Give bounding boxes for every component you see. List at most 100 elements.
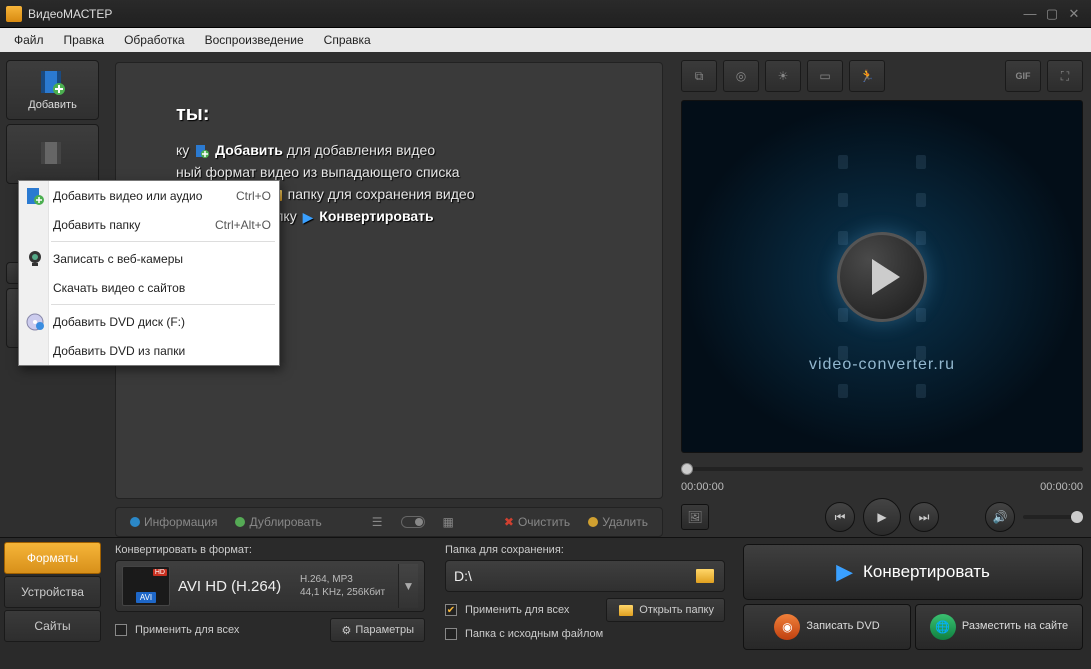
delete-icon: [588, 517, 598, 527]
dd-download[interactable]: Скачать видео с сайтов: [19, 273, 279, 302]
video-preview[interactable]: video-converter.ru: [681, 100, 1083, 453]
menu-file[interactable]: Файл: [6, 31, 52, 49]
webcam-icon: [23, 247, 47, 271]
list-icon: ☰: [372, 515, 383, 529]
brightness-button[interactable]: ☀: [765, 60, 801, 92]
tab-sites[interactable]: Сайты: [4, 610, 101, 642]
main-area: Добавить Соединить Программы ты: ку Доба…: [0, 52, 1091, 537]
folder-label: Папка для сохранения:: [445, 544, 725, 556]
add-media-icon: [23, 184, 47, 208]
speed-button[interactable]: 🏃: [849, 60, 885, 92]
close-button[interactable]: ✕: [1063, 5, 1085, 23]
time-total: 00:00:00: [1040, 481, 1083, 493]
format-name: AVI HD (H.264): [178, 578, 292, 595]
convert-arrow-icon: ▶: [836, 559, 853, 585]
film-remove-icon: [39, 140, 67, 168]
folder-panel: Папка для сохранения: D:\ Применить для …: [435, 538, 735, 669]
add-button[interactable]: Добавить: [6, 60, 99, 120]
prev-button[interactable]: ⏮: [825, 502, 855, 532]
crop-button[interactable]: ⧉: [681, 60, 717, 92]
window-title: ВидеоМАСТЕР: [28, 7, 1019, 21]
volume-button[interactable]: 🔊: [985, 502, 1015, 532]
volume-group: 🔊: [985, 502, 1083, 532]
fullscreen-button[interactable]: ⛶: [1047, 60, 1083, 92]
crop-icon: ⧉: [695, 69, 704, 84]
play-button[interactable]: ▶: [863, 498, 901, 536]
step-2: ный формат видео из выпадающего списка: [176, 164, 642, 180]
bottom-panel: Форматы Устройства Сайты Конвертировать …: [0, 537, 1091, 669]
params-button[interactable]: ⚙Параметры: [330, 618, 425, 642]
source-folder-label: Папка с исходным файлом: [465, 628, 603, 640]
duplicate-icon: [235, 517, 245, 527]
snapshot-button[interactable]: 🖼: [681, 504, 709, 530]
maximize-button[interactable]: ▢: [1041, 5, 1063, 23]
next-button[interactable]: ⏭: [909, 502, 939, 532]
time-current: 00:00:00: [681, 481, 724, 493]
dd-dvd-folder[interactable]: Добавить DVD из папки: [19, 336, 279, 365]
rotate-icon: ◎: [736, 69, 746, 83]
dd-add-media[interactable]: Добавить видео или аудио Ctrl+O: [19, 181, 279, 210]
folder-selector[interactable]: D:\: [445, 560, 725, 592]
info-button[interactable]: Информация: [124, 513, 223, 531]
menu-playback[interactable]: Воспроизведение: [197, 31, 312, 49]
timeline-slider[interactable]: [681, 459, 1083, 479]
timeline-thumb[interactable]: [681, 463, 693, 475]
text-button[interactable]: ▭: [807, 60, 843, 92]
dd-webcam[interactable]: Записать с веб-камеры: [19, 244, 279, 273]
clear-icon: ✖: [504, 515, 514, 529]
titlebar: ВидеоМАСТЕР — ▢ ✕: [0, 0, 1091, 28]
folder-path: D:\: [454, 568, 688, 584]
tab-formats[interactable]: Форматы: [4, 542, 101, 574]
remove-button[interactable]: [6, 124, 99, 184]
action-panel: ▶ Конвертировать ◉ Записать DVD 🌐 Размес…: [735, 538, 1091, 669]
delete-button[interactable]: Удалить: [582, 513, 654, 531]
rotate-button[interactable]: ◎: [723, 60, 759, 92]
menu-help[interactable]: Справка: [316, 31, 379, 49]
dd-dvd-disc[interactable]: Добавить DVD диск (F:): [19, 307, 279, 336]
bottom-tabs: Форматы Устройства Сайты: [0, 538, 105, 669]
view-list-button[interactable]: ☰: [366, 513, 389, 531]
gif-icon: GIF: [1016, 71, 1031, 81]
open-folder-button[interactable]: Открыть папку: [606, 598, 725, 622]
play-icon: ▶: [877, 510, 886, 524]
preview-toolbar: ⧉ ◎ ☀ ▭ 🏃 GIF ⛶: [681, 60, 1083, 94]
volume-slider[interactable]: [1023, 515, 1083, 519]
dd-add-folder[interactable]: Добавить папку Ctrl+Alt+O: [19, 210, 279, 239]
volume-thumb[interactable]: [1071, 511, 1083, 523]
image-icon: 🖼: [687, 510, 702, 524]
minimize-button[interactable]: —: [1019, 5, 1041, 23]
convert-button[interactable]: ▶ Конвертировать: [743, 544, 1083, 600]
upload-button[interactable]: 🌐 Разместить на сайте: [915, 604, 1083, 650]
burn-dvd-button[interactable]: ◉ Записать DVD: [743, 604, 911, 650]
folder-browse-icon[interactable]: [696, 569, 714, 583]
dvd-burn-icon: ◉: [774, 614, 800, 640]
add-dropdown-menu: Добавить видео или аудио Ctrl+O Добавить…: [18, 180, 280, 366]
format-apply-all-checkbox[interactable]: [115, 624, 127, 636]
grid-icon: ▦: [443, 515, 454, 529]
tab-devices[interactable]: Устройства: [4, 576, 101, 608]
duplicate-button[interactable]: Дублировать: [229, 513, 327, 531]
next-icon: ⏭: [919, 510, 930, 525]
brightness-icon: ☀: [778, 69, 789, 83]
dvd-icon: [23, 310, 47, 334]
folder-apply-all-checkbox[interactable]: [445, 604, 457, 616]
add-inline-icon: [195, 144, 209, 158]
text-icon: ▭: [819, 69, 830, 83]
menu-edit[interactable]: Правка: [56, 31, 113, 49]
clear-button[interactable]: ✖Очистить: [498, 513, 576, 531]
folder-open-icon: [619, 605, 633, 616]
menu-process[interactable]: Обработка: [116, 31, 193, 49]
step-1: ку Добавить для добавления видео: [176, 142, 642, 158]
format-dropdown-arrow[interactable]: ▼: [398, 564, 418, 608]
view-toggle-button[interactable]: [395, 514, 431, 530]
globe-icon: 🌐: [930, 614, 956, 640]
gif-button[interactable]: GIF: [1005, 60, 1041, 92]
format-selector[interactable]: HD AVI AVI HD (H.264) H.264, MP3 44,1 KH…: [115, 560, 425, 612]
center-toolbar: Информация Дублировать ☰ ▦ ✖Очистить Уда…: [115, 507, 663, 537]
source-folder-checkbox[interactable]: [445, 628, 457, 640]
view-grid-button[interactable]: ▦: [437, 513, 460, 531]
info-icon: [130, 517, 140, 527]
speaker-icon: 🔊: [993, 510, 1008, 524]
prev-icon: ⏮: [835, 510, 846, 525]
format-detail: H.264, MP3 44,1 KHz, 256Кбит: [300, 573, 390, 599]
